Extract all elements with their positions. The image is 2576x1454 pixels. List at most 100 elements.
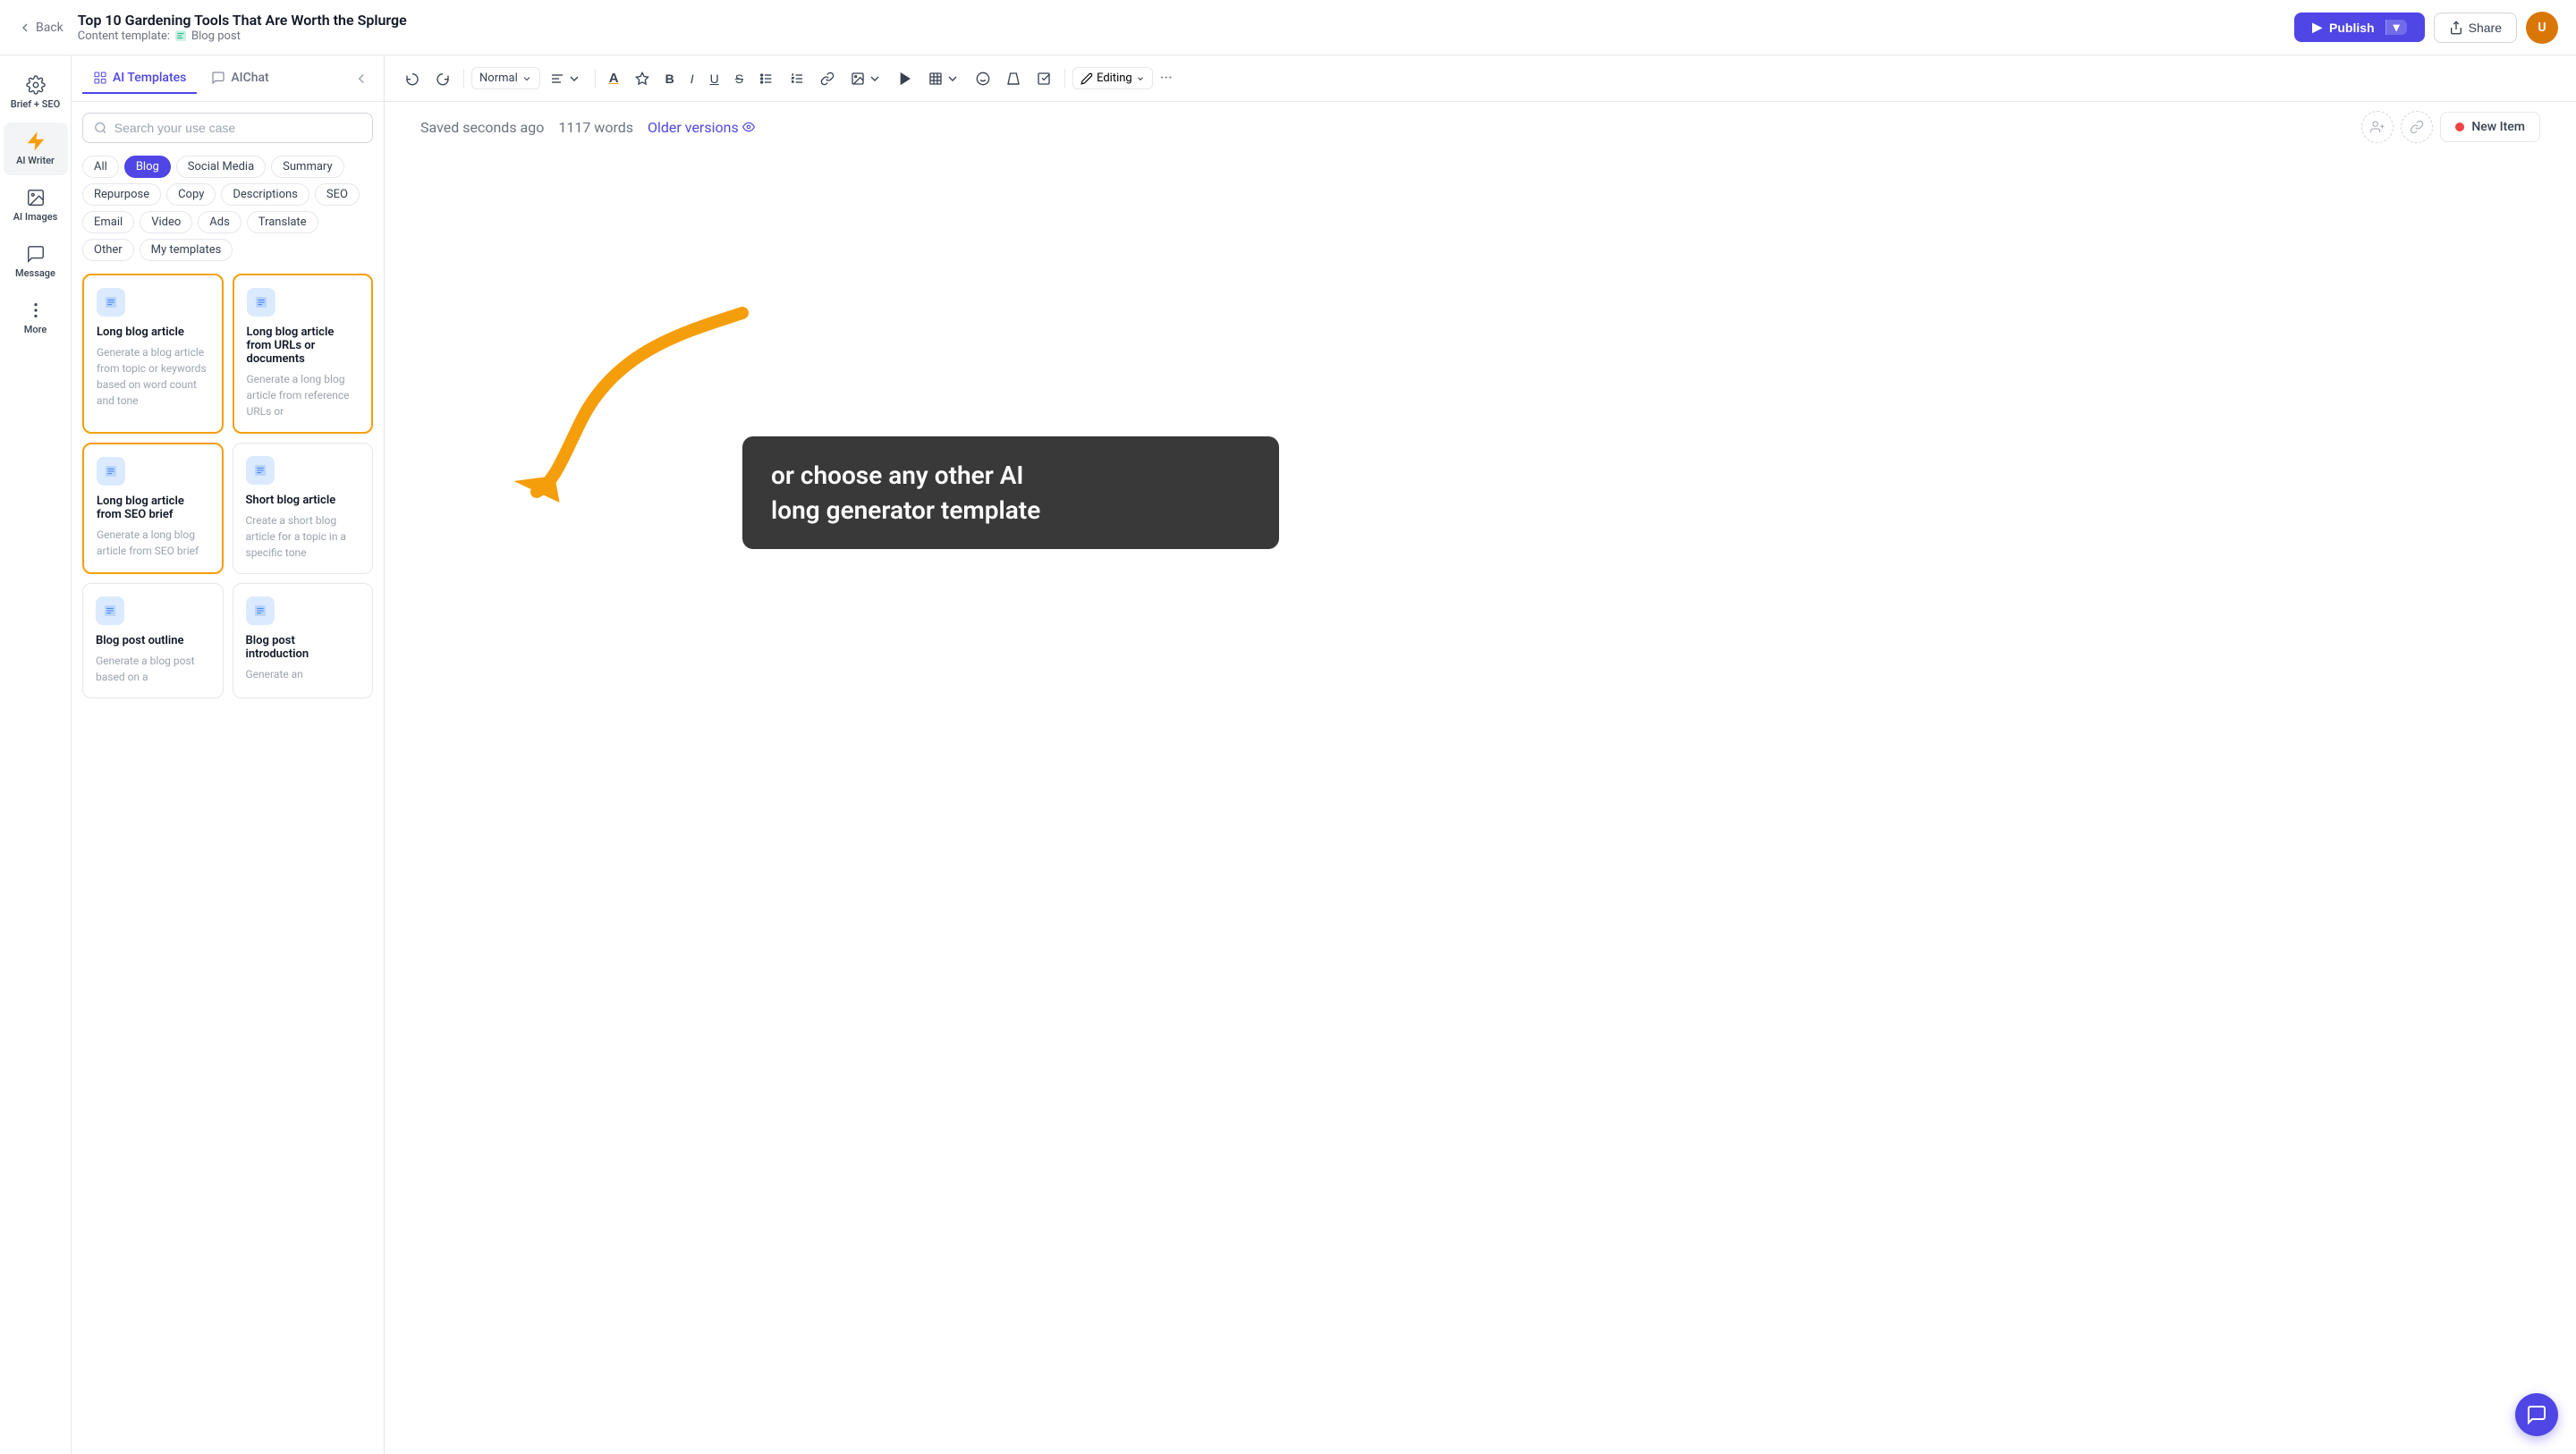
ai-images-label: AI Images xyxy=(13,211,58,223)
filter-all[interactable]: All xyxy=(82,156,119,178)
search-input[interactable] xyxy=(114,121,361,135)
filter-my-templates[interactable]: My templates xyxy=(140,239,233,261)
align-left-button[interactable] xyxy=(544,67,588,90)
clear-format-icon xyxy=(1006,72,1021,86)
table-icon xyxy=(928,72,943,86)
template-card-short-blog[interactable]: Short blog article Create a short blog a… xyxy=(233,443,374,574)
new-item-button[interactable]: New Item xyxy=(2440,112,2540,142)
filter-translate[interactable]: Translate xyxy=(247,211,318,233)
format-label: Normal xyxy=(479,72,518,85)
link-icon xyxy=(820,72,835,86)
older-versions-link[interactable]: Older versions xyxy=(648,119,755,136)
sidebar-item-more[interactable]: More xyxy=(4,292,68,344)
sidebar-item-ai-writer[interactable]: AI Writer xyxy=(4,123,68,175)
image-button[interactable] xyxy=(844,67,888,90)
filter-copy[interactable]: Copy xyxy=(166,183,216,206)
table-button[interactable] xyxy=(922,67,966,90)
filter-summary[interactable]: Summary xyxy=(271,156,343,178)
filter-ads[interactable]: Ads xyxy=(198,211,242,233)
toolbar-more-button[interactable]: ··· xyxy=(1157,69,1176,88)
new-item-label: New Item xyxy=(2471,120,2525,134)
play-icon xyxy=(898,72,912,86)
template-card-blog-outline[interactable]: Blog post outline Generate a blog post b… xyxy=(82,583,224,698)
doc-icon-1 xyxy=(254,295,268,309)
bullet-list-button[interactable] xyxy=(753,67,780,90)
filter-tags: All Blog Social Media Summary Repurpose … xyxy=(82,156,373,261)
editor-content[interactable]: or choose any other AI long generator te… xyxy=(385,152,2576,1454)
filter-descriptions[interactable]: Descriptions xyxy=(221,183,309,206)
back-button[interactable]: Back xyxy=(18,21,64,35)
template-title-4: Blog post outline xyxy=(96,634,210,647)
bold-button[interactable]: B xyxy=(659,67,681,90)
sidebar-item-ai-images[interactable]: AI Images xyxy=(4,179,68,232)
tutorial-arrow-svg xyxy=(510,259,760,510)
word-count: 1117 words xyxy=(558,119,633,136)
template-desc-1: Generate a long blog article from refere… xyxy=(247,371,360,419)
message-label: Message xyxy=(15,267,55,279)
strikethrough-button[interactable]: S xyxy=(729,67,750,90)
text-color-button[interactable]: A xyxy=(603,66,625,90)
dots-icon xyxy=(26,300,46,320)
share-button[interactable]: Share xyxy=(2434,13,2517,43)
emoji-icon xyxy=(976,72,990,86)
doc-icon-3 xyxy=(253,463,267,478)
saved-status: Saved seconds ago xyxy=(420,119,544,136)
tab-ai-chat[interactable]: AIChat xyxy=(200,63,279,94)
format-select[interactable]: Normal xyxy=(471,67,540,89)
clear-format-button[interactable] xyxy=(1000,67,1027,90)
header-actions: ▶ Publish ▾ Share U xyxy=(2294,12,2558,44)
back-icon xyxy=(18,21,32,35)
editor-meta-row: Saved seconds ago 1117 words Older versi… xyxy=(385,102,2576,152)
ai-templates-tab-label: AI Templates xyxy=(113,71,186,85)
more-label: More xyxy=(24,324,47,335)
doc-icon-5 xyxy=(253,604,267,618)
checkbox-button[interactable] xyxy=(1030,67,1057,90)
highlight-button[interactable] xyxy=(629,67,656,90)
collapse-panel-button[interactable] xyxy=(350,67,373,90)
publish-button[interactable]: ▶ Publish ▾ xyxy=(2294,13,2424,42)
template-card-long-blog-seo[interactable]: Long blog article from SEO brief Generat… xyxy=(82,443,224,574)
template-desc-3: Create a short blog article for a topic … xyxy=(246,512,360,561)
template-card-icon-5 xyxy=(246,596,275,625)
user-add-button[interactable] xyxy=(2361,111,2394,143)
template-card-long-blog-urls[interactable]: Long blog article from URLs or documents… xyxy=(233,274,374,434)
image-icon xyxy=(26,188,46,207)
share-link-button[interactable] xyxy=(2401,111,2433,143)
filter-social-media[interactable]: Social Media xyxy=(176,156,266,178)
redo-button[interactable] xyxy=(429,67,456,90)
template-title-0: Long blog article xyxy=(97,325,209,339)
filter-video[interactable]: Video xyxy=(140,211,192,233)
sidebar-item-brief-seo[interactable]: Brief + SEO xyxy=(4,66,68,119)
share-icon xyxy=(2449,21,2463,35)
chat-bubble-button[interactable] xyxy=(2515,1393,2558,1436)
undo-button[interactable] xyxy=(399,67,426,90)
play-button[interactable] xyxy=(892,67,919,90)
sidebar-item-message[interactable]: Message xyxy=(4,235,68,288)
search-box[interactable] xyxy=(82,113,373,143)
template-card-icon-3 xyxy=(246,456,275,485)
template-title-1: Long blog article from URLs or documents xyxy=(247,325,360,366)
ordered-list-button[interactable] xyxy=(784,67,810,90)
undo-icon xyxy=(405,72,419,86)
avatar[interactable]: U xyxy=(2526,12,2558,44)
image-chevron-icon xyxy=(868,72,882,86)
filter-other[interactable]: Other xyxy=(82,239,134,261)
brief-seo-label: Brief + SEO xyxy=(11,98,60,110)
publish-chevron-icon[interactable]: ▾ xyxy=(2385,20,2407,35)
tab-ai-templates[interactable]: AI Templates xyxy=(82,63,197,94)
template-desc-5: Generate an xyxy=(246,666,360,682)
template-card-blog-intro[interactable]: Blog post introduction Generate an xyxy=(233,583,374,698)
filter-repurpose[interactable]: Repurpose xyxy=(82,183,161,206)
filter-seo[interactable]: SEO xyxy=(315,183,360,206)
link-button[interactable] xyxy=(814,67,841,90)
subtitle-link[interactable]: Blog post xyxy=(191,30,241,43)
template-card-long-blog[interactable]: Long blog article Generate a blog articl… xyxy=(82,274,224,434)
underline-button[interactable]: U xyxy=(704,67,725,90)
editing-mode[interactable]: Editing xyxy=(1072,67,1153,89)
filter-blog[interactable]: Blog xyxy=(124,156,171,178)
header: Back Top 10 Gardening Tools That Are Wor… xyxy=(0,0,2576,55)
italic-button[interactable]: I xyxy=(684,67,700,90)
filter-email[interactable]: Email xyxy=(82,211,134,233)
emoji-button[interactable] xyxy=(970,67,996,90)
template-card-icon-1 xyxy=(247,288,275,317)
